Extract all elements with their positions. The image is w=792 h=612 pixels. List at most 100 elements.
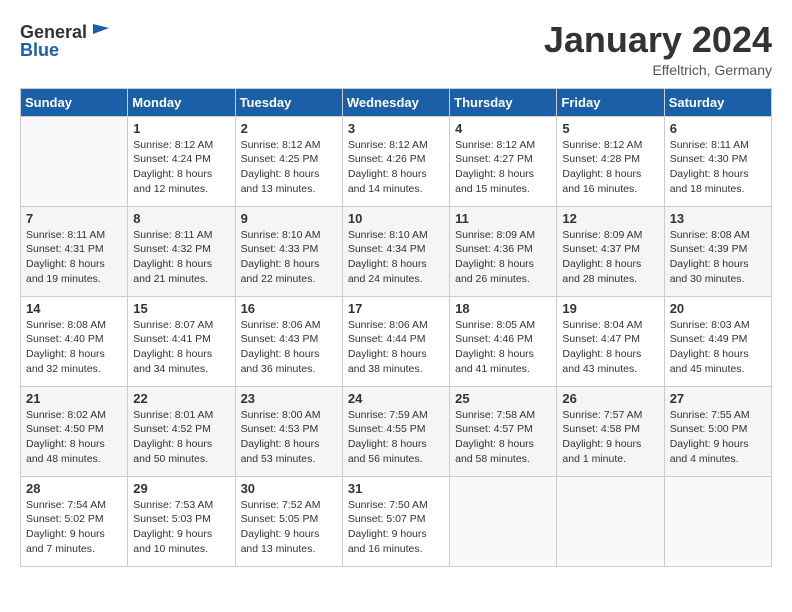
daylight-text: Daylight: 8 hours and 43 minutes.	[562, 347, 658, 376]
sunset-text: Sunset: 4:43 PM	[241, 332, 337, 347]
sunrise-text: Sunrise: 8:11 AM	[26, 228, 122, 243]
sunrise-text: Sunrise: 8:05 AM	[455, 318, 551, 333]
day-number: 25	[455, 391, 551, 406]
day-number: 18	[455, 301, 551, 316]
day-number: 10	[348, 211, 444, 226]
sunset-text: Sunset: 5:05 PM	[241, 512, 337, 527]
day-number: 19	[562, 301, 658, 316]
daylight-text: Daylight: 8 hours and 58 minutes.	[455, 437, 551, 466]
daylight-text: Daylight: 8 hours and 26 minutes.	[455, 257, 551, 286]
day-number: 7	[26, 211, 122, 226]
daylight-text: Daylight: 8 hours and 12 minutes.	[133, 167, 229, 196]
calendar-cell: 31Sunrise: 7:50 AMSunset: 5:07 PMDayligh…	[342, 476, 449, 566]
month-title: January 2024	[544, 20, 772, 60]
daylight-text: Daylight: 8 hours and 28 minutes.	[562, 257, 658, 286]
sunrise-text: Sunrise: 8:12 AM	[455, 138, 551, 153]
daylight-text: Daylight: 9 hours and 1 minute.	[562, 437, 658, 466]
daylight-text: Daylight: 8 hours and 38 minutes.	[348, 347, 444, 376]
day-number: 14	[26, 301, 122, 316]
logo: General Blue	[20, 20, 113, 61]
daylight-text: Daylight: 8 hours and 14 minutes.	[348, 167, 444, 196]
day-info: Sunrise: 8:10 AMSunset: 4:34 PMDaylight:…	[348, 228, 444, 287]
sunrise-text: Sunrise: 8:01 AM	[133, 408, 229, 423]
daylight-text: Daylight: 8 hours and 13 minutes.	[241, 167, 337, 196]
calendar-cell: 18 Sunrise: 8:05 AMSunset: 4:46 PMDayligh…	[450, 296, 557, 386]
calendar-cell: 27Sunrise: 7:55 AMSunset: 5:00 PMDayligh…	[664, 386, 771, 476]
calendar-cell: 11Sunrise: 8:09 AMSunset: 4:36 PMDayligh…	[450, 206, 557, 296]
day-info: Sunrise: 8:05 AMSunset: 4:46 PMDaylight:…	[455, 318, 551, 377]
day-number: 8	[133, 211, 229, 226]
day-info: Sunrise: 7:57 AMSunset: 4:58 PMDaylight:…	[562, 408, 658, 467]
calendar-cell	[664, 476, 771, 566]
day-info: Sunrise: 8:00 AMSunset: 4:53 PMDaylight:…	[241, 408, 337, 467]
sunset-text: Sunset: 4:32 PM	[133, 242, 229, 257]
daylight-text: Daylight: 8 hours and 22 minutes.	[241, 257, 337, 286]
day-info: Sunrise: 7:58 AMSunset: 4:57 PMDaylight:…	[455, 408, 551, 467]
sunrise-text: Sunrise: 8:07 AM	[133, 318, 229, 333]
day-info: Sunrise: 8:12 AMSunset: 4:25 PMDaylight:…	[241, 138, 337, 197]
weekday-header-wednesday: Wednesday	[342, 88, 449, 116]
day-info: Sunrise: 7:52 AMSunset: 5:05 PMDaylight:…	[241, 498, 337, 557]
calendar-cell: 5Sunrise: 8:12 AMSunset: 4:28 PMDaylight…	[557, 116, 664, 206]
sunset-text: Sunset: 5:00 PM	[670, 422, 766, 437]
calendar-cell: 24Sunrise: 7:59 AMSunset: 4:55 PMDayligh…	[342, 386, 449, 476]
calendar-cell: 23 Sunrise: 8:00 AMSunset: 4:53 PMDayligh…	[235, 386, 342, 476]
day-number: 15	[133, 301, 229, 316]
daylight-text: Daylight: 8 hours and 50 minutes.	[133, 437, 229, 466]
sunrise-text: Sunrise: 8:12 AM	[348, 138, 444, 153]
sunset-text: Sunset: 4:41 PM	[133, 332, 229, 347]
day-number: 1	[133, 121, 229, 136]
day-number: 11	[455, 211, 551, 226]
calendar-cell: 26Sunrise: 7:57 AMSunset: 4:58 PMDayligh…	[557, 386, 664, 476]
day-info: Sunrise: 8:08 AMSunset: 4:39 PMDaylight:…	[670, 228, 766, 287]
calendar-cell: 8 Sunrise: 8:11 AMSunset: 4:32 PMDaylight…	[128, 206, 235, 296]
calendar-cell: 17Sunrise: 8:06 AMSunset: 4:44 PMDayligh…	[342, 296, 449, 386]
sunset-text: Sunset: 5:03 PM	[133, 512, 229, 527]
sunrise-text: Sunrise: 8:00 AM	[241, 408, 337, 423]
daylight-text: Daylight: 8 hours and 19 minutes.	[26, 257, 122, 286]
day-number: 3	[348, 121, 444, 136]
day-info: Sunrise: 8:07 AMSunset: 4:41 PMDaylight:…	[133, 318, 229, 377]
calendar-week-1: 1 Sunrise: 8:12 AMSunset: 4:24 PMDaylight…	[21, 116, 772, 206]
sunset-text: Sunset: 4:39 PM	[670, 242, 766, 257]
day-number: 22	[133, 391, 229, 406]
day-number: 23	[241, 391, 337, 406]
calendar-cell: 13Sunrise: 8:08 AMSunset: 4:39 PMDayligh…	[664, 206, 771, 296]
daylight-text: Daylight: 9 hours and 4 minutes.	[670, 437, 766, 466]
daylight-text: Daylight: 9 hours and 13 minutes.	[241, 527, 337, 556]
daylight-text: Daylight: 8 hours and 41 minutes.	[455, 347, 551, 376]
daylight-text: Daylight: 8 hours and 21 minutes.	[133, 257, 229, 286]
logo-text-blue: Blue	[20, 40, 59, 61]
calendar-cell: 30Sunrise: 7:52 AMSunset: 5:05 PMDayligh…	[235, 476, 342, 566]
day-number: 27	[670, 391, 766, 406]
sunrise-text: Sunrise: 8:04 AM	[562, 318, 658, 333]
sunrise-text: Sunrise: 8:09 AM	[562, 228, 658, 243]
sunset-text: Sunset: 4:37 PM	[562, 242, 658, 257]
day-info: Sunrise: 8:11 AMSunset: 4:32 PMDaylight:…	[133, 228, 229, 287]
weekday-header-tuesday: Tuesday	[235, 88, 342, 116]
day-number: 5	[562, 121, 658, 136]
sunrise-text: Sunrise: 8:12 AM	[133, 138, 229, 153]
day-info: Sunrise: 8:12 AMSunset: 4:24 PMDaylight:…	[133, 138, 229, 197]
sunrise-text: Sunrise: 7:57 AM	[562, 408, 658, 423]
calendar-table: SundayMondayTuesdayWednesdayThursdayFrid…	[20, 88, 772, 567]
calendar-cell: 9Sunrise: 8:10 AMSunset: 4:33 PMDaylight…	[235, 206, 342, 296]
logo-flag-icon	[89, 20, 113, 44]
calendar-cell: 19Sunrise: 8:04 AMSunset: 4:47 PMDayligh…	[557, 296, 664, 386]
sunset-text: Sunset: 4:26 PM	[348, 152, 444, 167]
calendar-cell: 4Sunrise: 8:12 AMSunset: 4:27 PMDaylight…	[450, 116, 557, 206]
daylight-text: Daylight: 8 hours and 48 minutes.	[26, 437, 122, 466]
day-number: 17	[348, 301, 444, 316]
sunrise-text: Sunrise: 8:08 AM	[26, 318, 122, 333]
sunrise-text: Sunrise: 8:03 AM	[670, 318, 766, 333]
sunset-text: Sunset: 5:02 PM	[26, 512, 122, 527]
day-number: 4	[455, 121, 551, 136]
calendar-cell: 16Sunrise: 8:06 AMSunset: 4:43 PMDayligh…	[235, 296, 342, 386]
weekday-header-saturday: Saturday	[664, 88, 771, 116]
sunset-text: Sunset: 4:49 PM	[670, 332, 766, 347]
sunrise-text: Sunrise: 7:52 AM	[241, 498, 337, 513]
calendar-cell: 7Sunrise: 8:11 AMSunset: 4:31 PMDaylight…	[21, 206, 128, 296]
daylight-text: Daylight: 9 hours and 16 minutes.	[348, 527, 444, 556]
weekday-header-sunday: Sunday	[21, 88, 128, 116]
sunset-text: Sunset: 4:57 PM	[455, 422, 551, 437]
